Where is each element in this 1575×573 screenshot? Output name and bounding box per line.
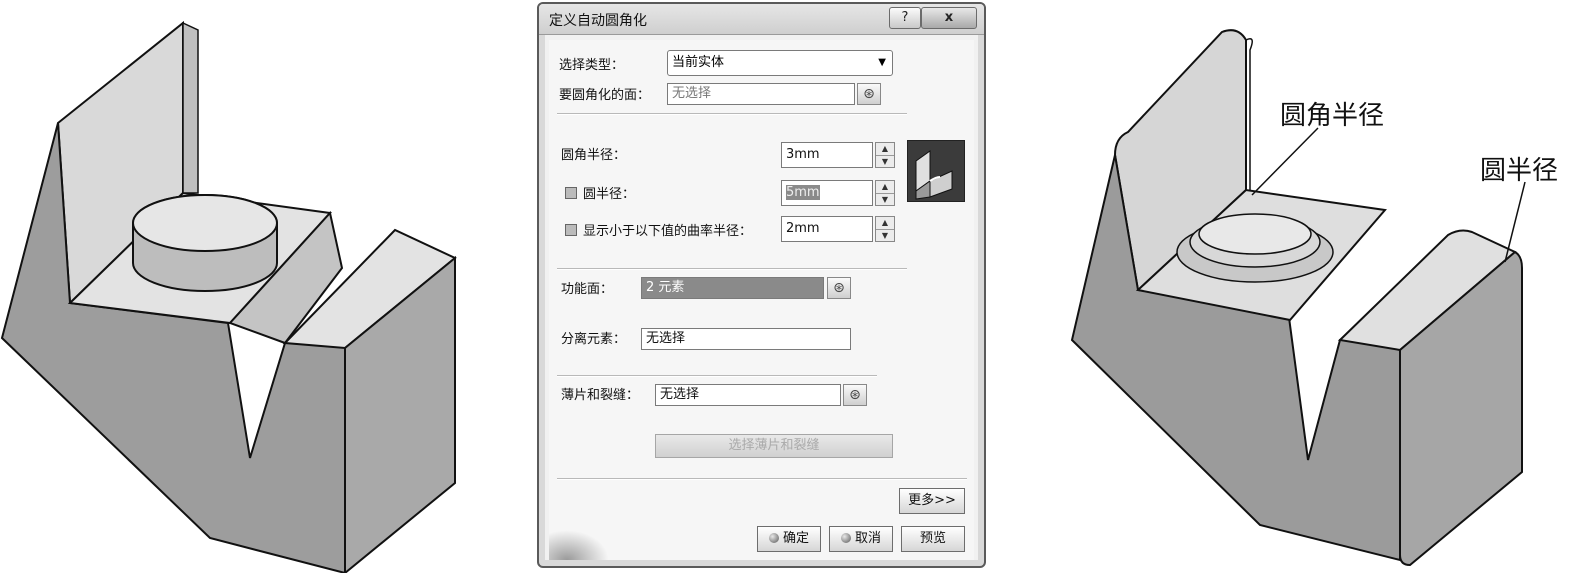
selector-icon[interactable]: ⊛ [827, 277, 851, 299]
fillet-radius-field[interactable]: 3mm [781, 142, 873, 168]
fillet-radius-spinner[interactable]: ▲ ▼ [875, 142, 895, 168]
selector-icon[interactable]: ⊛ [843, 384, 867, 406]
separator [557, 268, 907, 270]
select-ribs-and-slots-button[interactable]: 选择薄片和裂缝 [655, 434, 893, 458]
round-radius-value: 5mm [786, 185, 820, 200]
ribs-and-slots-field[interactable]: 无选择 [655, 384, 841, 406]
part-model-before [0, 20, 457, 573]
preview-button[interactable]: 预览 [901, 526, 965, 552]
ok-button[interactable]: 确定 [757, 526, 821, 552]
spin-down-icon[interactable]: ▼ [876, 156, 894, 168]
separator [557, 375, 877, 377]
cancel-button[interactable]: 取消 [829, 526, 893, 552]
cancel-label: 取消 [854, 531, 881, 546]
show-curvature-field[interactable]: 2mm [781, 216, 873, 242]
fillet-preview-icon [907, 140, 965, 202]
close-button[interactable]: x [921, 7, 977, 29]
round-radius-spinner[interactable]: ▲ ▼ [875, 180, 895, 206]
ok-dot-icon [768, 533, 779, 543]
show-curvature-label: 显示小于以下值的曲率半径： [583, 224, 753, 239]
faces-to-fillet-label: 要圆角化的面： [559, 88, 651, 103]
chevron-down-icon: ▼ [878, 57, 886, 68]
selection-type-value: 当前实体 [672, 55, 725, 70]
round-radius-label: 圆半径： [583, 187, 636, 202]
show-curvature-checkbox[interactable] [565, 224, 577, 236]
callout-fillet-radius: 圆角半径 [1280, 101, 1385, 131]
fillet-radius-label: 圆角半径： [561, 148, 627, 163]
help-button[interactable]: ? [889, 7, 921, 29]
separation-elements-field[interactable]: 无选择 [641, 328, 851, 350]
round-radius-checkbox[interactable] [565, 187, 577, 199]
faces-to-fillet-field[interactable]: 无选择 [667, 83, 855, 105]
separator [557, 113, 907, 115]
more-button[interactable]: 更多>> [899, 488, 965, 514]
callout-round-radius: 圆半径 [1480, 156, 1559, 186]
spin-down-icon[interactable]: ▼ [876, 194, 894, 206]
spin-up-icon[interactable]: ▲ [876, 181, 894, 194]
selection-type-label: 选择类型： [559, 58, 625, 73]
functional-faces-field[interactable]: 2 元素 [641, 277, 824, 299]
show-curvature-spinner[interactable]: ▲ ▼ [875, 216, 895, 242]
cancel-dot-icon [840, 533, 851, 543]
functional-faces-label: 功能面： [561, 282, 614, 297]
dialog-body: 选择类型： 当前实体 ▼ 要圆角化的面： 无选择 ⊛ 圆角半径： 3mm ▲ ▼ … [549, 40, 974, 560]
ok-label: 确定 [782, 531, 809, 546]
dialog-titlebar: 定义自动圆角化 ? x [539, 4, 984, 35]
round-radius-field[interactable]: 5mm [781, 180, 873, 206]
define-auto-fillet-dialog: 定义自动圆角化 ? x 选择类型： 当前实体 ▼ 要圆角化的面： 无选择 ⊛ 圆… [537, 2, 986, 568]
spin-down-icon[interactable]: ▼ [876, 230, 894, 242]
separator [557, 478, 967, 480]
separation-elements-label: 分离元素： [561, 332, 627, 347]
selector-icon[interactable]: ⊛ [857, 83, 881, 105]
ribs-and-slots-label: 薄片和裂缝： [561, 388, 640, 403]
spin-up-icon[interactable]: ▲ [876, 143, 894, 156]
selection-type-dropdown[interactable]: 当前实体 ▼ [667, 50, 893, 76]
dialog-title: 定义自动圆角化 [549, 13, 647, 29]
catia-logo-icon [549, 530, 609, 560]
spin-up-icon[interactable]: ▲ [876, 217, 894, 230]
